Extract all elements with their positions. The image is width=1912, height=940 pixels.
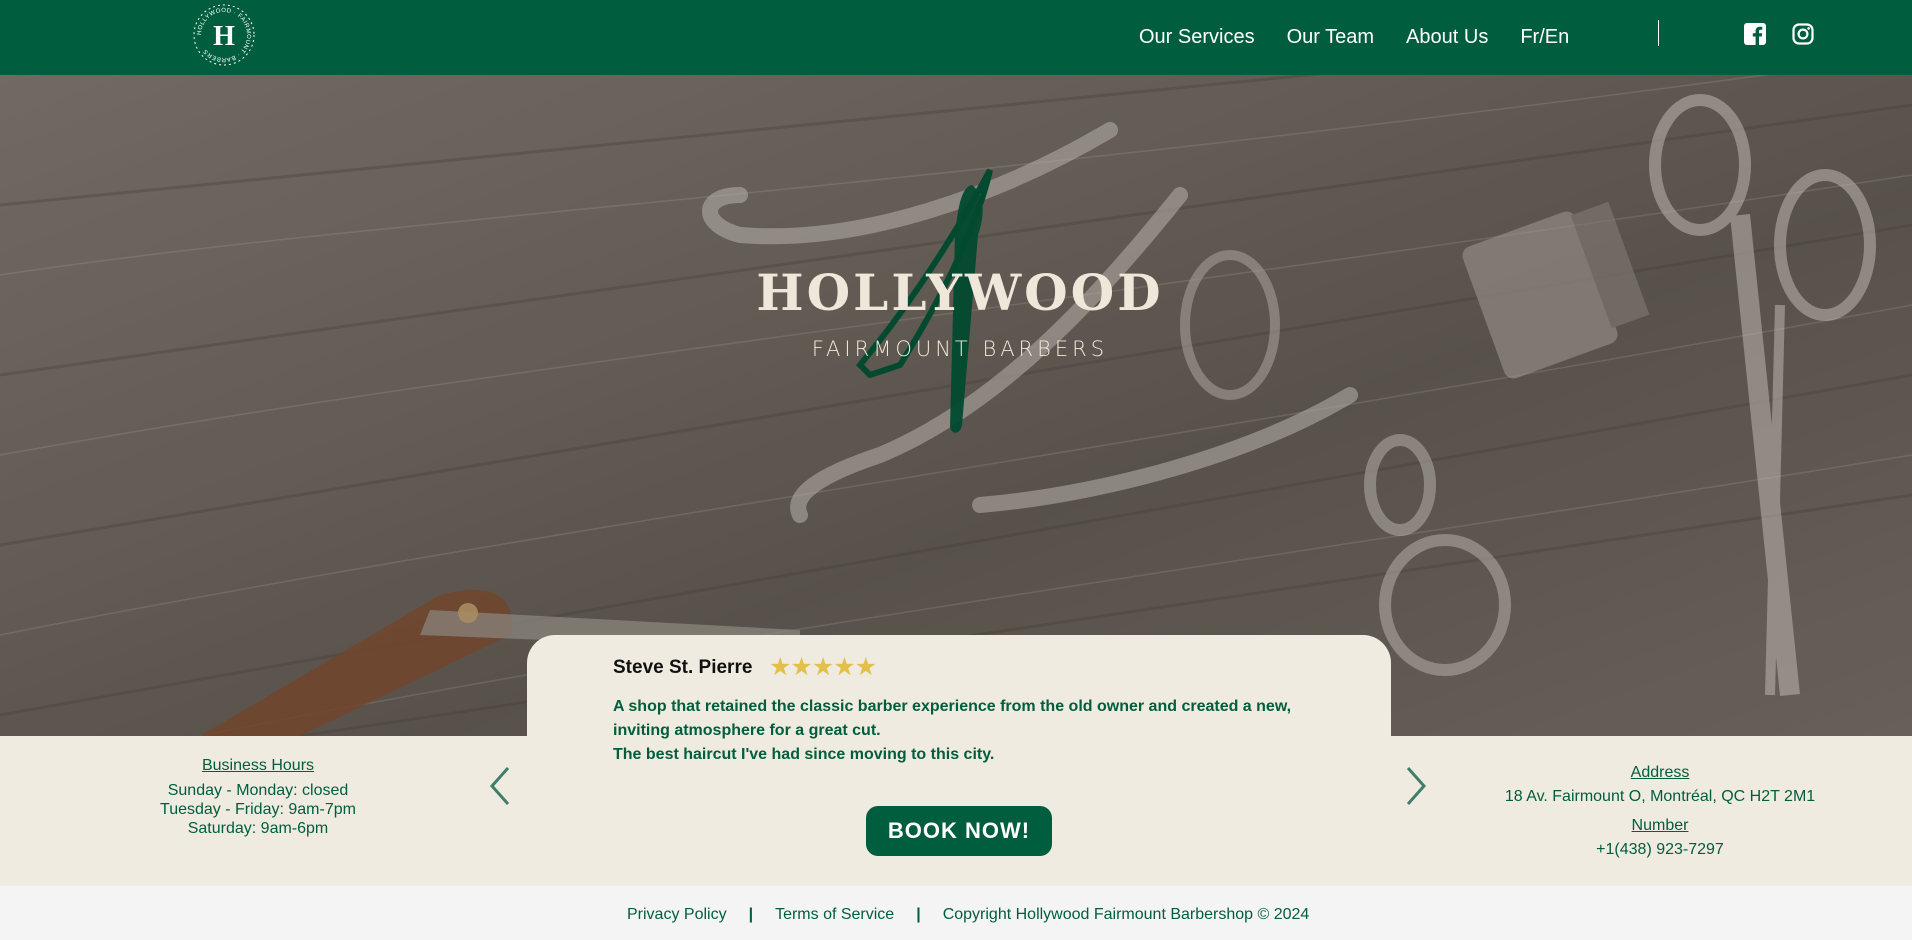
facebook-icon[interactable] <box>1744 23 1766 50</box>
number-title: Number <box>1631 817 1689 834</box>
business-hours: Business Hours Sunday - Monday: closed T… <box>138 756 378 838</box>
footer-links: Privacy Policy | Terms of Service | Copy… <box>627 906 1309 924</box>
nav-link-our-team[interactable]: Our Team <box>1287 26 1374 49</box>
nav-link-about-us[interactable]: About Us <box>1406 26 1488 49</box>
contact-info: Address 18 Av. Fairmount O, Montréal, QC… <box>1500 763 1820 869</box>
review-card: Steve St. Pierre ★★★★★ A shop that retai… <box>527 635 1391 885</box>
nav-link-language-toggle[interactable]: Fr/En <box>1520 26 1569 49</box>
review-text: A shop that retained the classic barber … <box>613 695 1333 767</box>
copyright-text: Copyright Hollywood Fairmount Barbershop… <box>942 906 1310 923</box>
review-text-line: A shop that retained the classic barber … <box>613 698 1292 715</box>
nav-divider <box>1658 20 1659 46</box>
reviewer-name: Steve St. Pierre <box>613 657 753 678</box>
carousel-next-chevron-right-icon[interactable] <box>1400 764 1430 808</box>
hero-subtitle: FAIRMOUNT BARBERS <box>811 337 1109 361</box>
review-text-line: inviting atmosphere for a great cut. <box>613 722 881 739</box>
phone-number[interactable]: +1(438) 923-7297 <box>1500 840 1820 859</box>
top-navbar: HOLLYWOOD · FAIRMOUNT · BARBERS H Our Se… <box>0 0 1912 75</box>
hours-line: Saturday: 9am-6pm <box>187 820 329 837</box>
terms-of-service-link[interactable]: Terms of Service <box>775 906 894 924</box>
address-title: Address <box>1630 764 1690 781</box>
footer-separator: | <box>916 906 921 923</box>
footer-separator: | <box>748 906 754 923</box>
nav-links: Our Services Our Team About Us Fr/En <box>1139 26 1601 49</box>
logo-initial: H <box>213 21 235 52</box>
book-now-button[interactable]: BOOK NOW! <box>866 806 1052 856</box>
business-hours-title: Business Hours <box>201 757 315 774</box>
hero-title: HOLLYWOOD <box>756 263 1164 322</box>
hours-line: Tuesday - Friday: 9am-7pm <box>160 801 356 818</box>
hours-line: Sunday - Monday: closed <box>167 782 349 799</box>
review-text-line: The best haircut I've had since moving t… <box>613 746 995 763</box>
carousel-prev-chevron-left-icon[interactable] <box>486 764 516 808</box>
rating-stars-icon: ★★★★★ <box>769 653 877 681</box>
privacy-policy-link[interactable]: Privacy Policy <box>627 906 727 924</box>
logo-badge[interactable]: HOLLYWOOD · FAIRMOUNT · BARBERS H <box>192 3 256 67</box>
instagram-icon[interactable] <box>1792 23 1814 50</box>
footer: Privacy Policy | Terms of Service | Copy… <box>0 886 1912 940</box>
nav-link-our-services[interactable]: Our Services <box>1139 26 1255 49</box>
address-value[interactable]: 18 Av. Fairmount O, Montréal, QC H2T 2M1 <box>1500 787 1820 806</box>
